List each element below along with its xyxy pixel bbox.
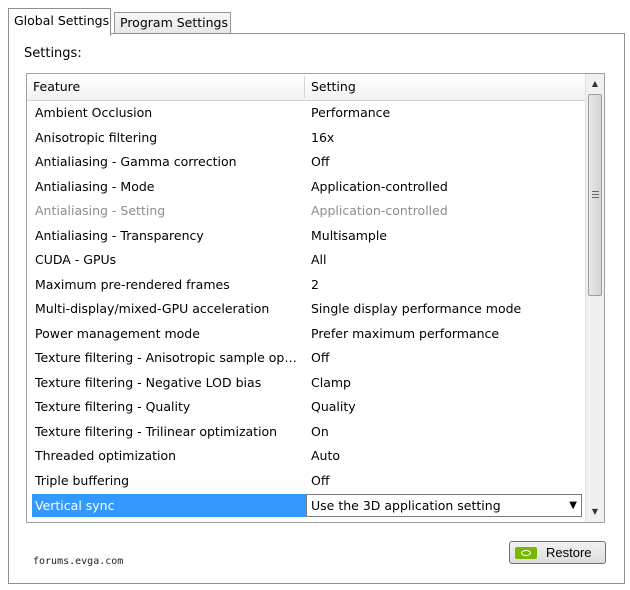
setting-value: Off — [311, 472, 330, 488]
chevron-down-icon[interactable]: ▼ — [569, 495, 577, 516]
table-row[interactable]: Texture filtering - Anisotropic sample o… — [27, 346, 585, 371]
table-row[interactable]: Power management mode Prefer maximum perf… — [27, 322, 585, 347]
feature-cell: Antialiasing - Gamma correction — [35, 154, 237, 169]
watermark: forums.evga.com — [33, 556, 124, 567]
table-row[interactable]: Maximum pre-rendered frames 2 — [27, 273, 585, 298]
setting-value: Use the 3D application setting — [311, 498, 501, 513]
setting-value: Prefer maximum performance — [311, 325, 500, 341]
feature-cell: Texture filtering - Negative LOD bias — [35, 374, 262, 390]
setting-cell: All — [311, 248, 327, 272]
column-separator[interactable] — [304, 76, 305, 98]
setting-cell: Prefer maximum performance — [311, 322, 499, 346]
setting-value: Clamp — [311, 374, 351, 390]
setting-value: Off — [311, 154, 330, 169]
setting-value: Performance — [311, 105, 391, 120]
setting-cell: 16x — [311, 126, 334, 150]
tab-global-settings[interactable]: Global Settings — [8, 8, 111, 36]
setting-cell: Clamp — [311, 371, 351, 395]
table-row[interactable]: Anisotropic filtering 16x — [27, 126, 585, 151]
table-row[interactable]: Texture filtering - Negative LOD bias Cla… — [27, 371, 585, 396]
setting-cell: Performance — [311, 101, 390, 125]
feature-cell: Texture filtering - Anisotropic sample o… — [35, 350, 297, 365]
feature-cell: Ambient Occlusion — [35, 105, 153, 120]
feature-cell: Multi-display/mixed-GPU acceleration — [35, 301, 270, 316]
table-row[interactable]: Vertical sync Use the 3D application sett… — [27, 493, 585, 518]
table-row[interactable]: Antialiasing - Mode Application-controlle… — [27, 175, 585, 200]
setting-value: Application-controlled — [311, 178, 448, 194]
settings-grid: Feature Setting Ambient Occlusion Perform… — [26, 73, 605, 523]
setting-cell: 2 — [311, 273, 319, 297]
scroll-up-icon[interactable]: ▲ — [586, 75, 604, 93]
feature-cell: Threaded optimization — [35, 448, 177, 463]
grid-header: Feature Setting — [27, 74, 585, 101]
setting-value: Application-controlled — [311, 203, 448, 218]
feature-cell: Antialiasing - Setting — [35, 203, 166, 218]
table-row[interactable]: Threaded optimization Auto — [27, 444, 585, 469]
vertical-scrollbar[interactable]: ▲ ▼ — [585, 74, 604, 522]
setting-value: Auto — [311, 448, 341, 463]
setting-cell: Single display performance mode — [311, 297, 521, 321]
setting-cell: On — [311, 420, 329, 444]
grid-rows: Ambient Occlusion Performance Anisotropic … — [27, 101, 585, 518]
table-row[interactable]: Antialiasing - Transparency Multisample — [27, 224, 585, 249]
nvidia-logo-icon — [515, 547, 537, 559]
table-row: Antialiasing - Setting Application-contro… — [27, 199, 585, 224]
restore-button-label: Restore — [546, 545, 592, 560]
setting-cell: Auto — [311, 444, 340, 468]
setting-value: On — [311, 423, 329, 439]
setting-cell: Off — [311, 469, 329, 493]
table-row[interactable]: Texture filtering - Quality Quality — [27, 395, 585, 420]
setting-cell: Off — [311, 150, 329, 174]
table-row[interactable]: Ambient Occlusion Performance — [27, 101, 585, 126]
setting-value: All — [311, 252, 327, 267]
setting-dropdown[interactable]: Use the 3D application setting ▼ — [306, 494, 582, 517]
feature-cell: CUDA - GPUs — [35, 252, 117, 267]
setting-value: 16x — [311, 129, 335, 145]
setting-value: Multisample — [311, 227, 388, 243]
feature-cell: Power management mode — [35, 325, 200, 341]
table-row[interactable]: Antialiasing - Gamma correction Off — [27, 150, 585, 175]
setting-value: Quality — [311, 399, 356, 414]
column-header-feature[interactable]: Feature — [33, 74, 303, 100]
setting-cell: Quality — [311, 395, 356, 419]
feature-cell: Vertical sync — [32, 494, 307, 517]
tab-program-settings[interactable]: Program Settings — [114, 12, 231, 34]
feature-cell: Antialiasing - Mode — [35, 178, 155, 194]
feature-cell: Maximum pre-rendered frames — [35, 276, 230, 292]
setting-cell: Application-controlled — [311, 199, 448, 223]
table-row[interactable]: Texture filtering - Trilinear optimizati… — [27, 420, 585, 445]
feature-cell: Texture filtering - Trilinear optimizati… — [35, 423, 278, 439]
table-row[interactable]: Triple buffering Off — [27, 469, 585, 494]
setting-cell: Off — [311, 346, 329, 370]
table-row[interactable]: CUDA - GPUs All — [27, 248, 585, 273]
scroll-down-icon[interactable]: ▼ — [586, 503, 604, 521]
feature-cell: Texture filtering - Quality — [35, 399, 191, 414]
scroll-thumb[interactable] — [588, 94, 602, 296]
setting-cell: Multisample — [311, 224, 387, 248]
feature-cell: Triple buffering — [35, 472, 130, 488]
table-row[interactable]: Multi-display/mixed-GPU acceleration Sing… — [27, 297, 585, 322]
grip-icon — [592, 191, 599, 198]
setting-cell: Application-controlled — [311, 175, 448, 199]
restore-button[interactable]: Restore — [509, 541, 606, 564]
feature-cell: Antialiasing - Transparency — [35, 227, 204, 243]
feature-cell: Anisotropic filtering — [35, 129, 158, 145]
setting-value: Single display performance mode — [311, 301, 522, 316]
setting-value: 2 — [311, 276, 319, 292]
settings-label: Settings: — [24, 46, 82, 61]
setting-value: Off — [311, 350, 330, 365]
column-header-setting[interactable]: Setting — [311, 74, 356, 100]
